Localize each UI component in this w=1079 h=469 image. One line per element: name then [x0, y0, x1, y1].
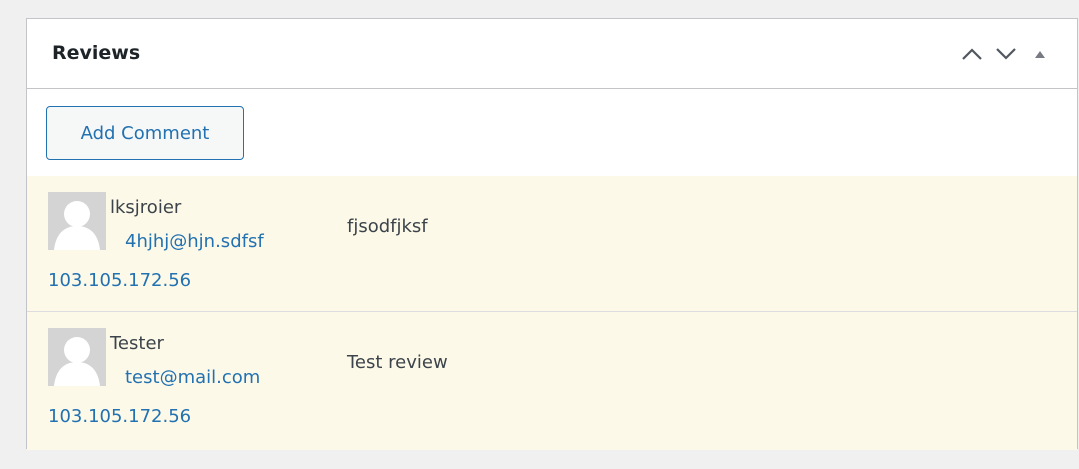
- comment-row: Tester test@mail.com 103.105.172.56 Test…: [27, 312, 1077, 450]
- move-down-button[interactable]: [989, 39, 1023, 69]
- add-comment-button[interactable]: Add Comment: [46, 106, 244, 160]
- comment-text: Test review: [347, 352, 448, 373]
- comment-author: lksjroier: [110, 197, 182, 218]
- comment-email-link[interactable]: 4hjhj@hjn.sdfsf: [125, 231, 264, 252]
- reviews-postbox: Reviews Add Comment lksjroier 4hjhj@hjn.…: [26, 18, 1078, 450]
- triangle-up-icon: [1035, 51, 1045, 58]
- move-up-button[interactable]: [955, 39, 989, 69]
- postbox-header: Reviews: [27, 19, 1077, 89]
- postbox-title: Reviews: [52, 42, 141, 64]
- chevron-down-icon: [996, 48, 1016, 60]
- comment-row: lksjroier 4hjhj@hjn.sdfsf 103.105.172.56…: [27, 176, 1077, 312]
- comment-author: Tester: [110, 333, 164, 354]
- chevron-up-icon: [962, 48, 982, 60]
- avatar-placeholder-icon: [48, 192, 106, 250]
- toggle-panel-button[interactable]: [1023, 39, 1057, 69]
- avatar-placeholder-icon: [48, 328, 106, 386]
- avatar: [48, 328, 106, 386]
- comment-text: fjsodfjksf: [347, 216, 428, 237]
- comment-ip-link[interactable]: 103.105.172.56: [48, 406, 191, 427]
- comment-list: lksjroier 4hjhj@hjn.sdfsf 103.105.172.56…: [27, 176, 1077, 450]
- handle-actions: [955, 39, 1057, 69]
- comment-ip-link[interactable]: 103.105.172.56: [48, 270, 191, 291]
- avatar: [48, 192, 106, 250]
- comment-email-link[interactable]: test@mail.com: [125, 367, 260, 388]
